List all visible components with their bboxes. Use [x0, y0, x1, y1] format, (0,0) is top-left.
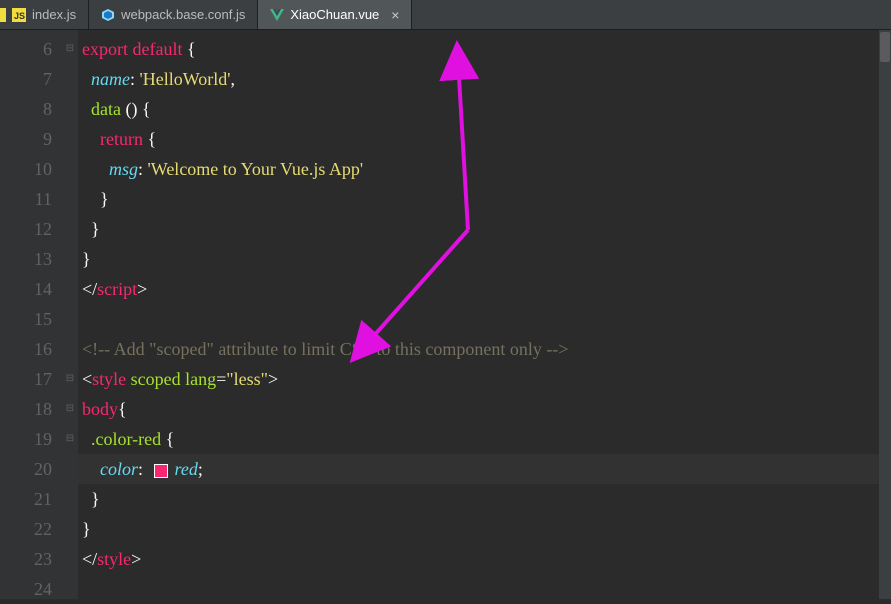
- tag: style: [97, 549, 131, 569]
- tab-bar: JS index.js webpack.base.conf.js XiaoChu…: [0, 0, 891, 30]
- string: "less": [226, 369, 268, 389]
- punct: }: [100, 189, 109, 209]
- punct: ,: [231, 69, 236, 89]
- code-editor[interactable]: 6789101112131415161718192021222324 ⊟⊟⊟⊟ …: [0, 30, 891, 599]
- selector: body: [82, 399, 118, 419]
- line-number-gutter: 6789101112131415161718192021222324: [0, 30, 62, 599]
- punct: {: [142, 99, 151, 119]
- close-icon[interactable]: ×: [391, 7, 399, 23]
- color-swatch-icon[interactable]: [154, 464, 168, 478]
- property: name: [91, 69, 130, 89]
- scrollbar-track[interactable]: [879, 30, 891, 599]
- method: data: [91, 99, 121, 119]
- tag: script: [97, 279, 137, 299]
- property: msg: [109, 159, 138, 179]
- svg-text:JS: JS: [14, 11, 25, 21]
- webpack-icon: [101, 8, 115, 22]
- punct: <: [82, 369, 92, 389]
- selector: .color-red: [91, 429, 161, 449]
- tab-index-js[interactable]: JS index.js: [0, 0, 89, 29]
- scrollbar-thumb[interactable]: [880, 32, 890, 62]
- punct: }: [91, 489, 100, 509]
- fold-icon[interactable]: ⊟: [62, 364, 78, 394]
- keyword: return: [100, 129, 143, 149]
- punct: }: [82, 249, 91, 269]
- punct: =: [216, 369, 226, 389]
- punct: ;: [198, 459, 203, 479]
- punct: </: [82, 279, 97, 299]
- js-icon: JS: [12, 8, 26, 22]
- punct: }: [82, 519, 91, 539]
- tab-xiaochuan-vue[interactable]: XiaoChuan.vue ×: [258, 0, 412, 29]
- punct: >: [131, 549, 141, 569]
- punct: :: [130, 69, 140, 89]
- punct: {: [182, 39, 195, 59]
- punct: :: [138, 159, 148, 179]
- string: 'HelloWorld': [140, 69, 231, 89]
- keyword: default: [132, 39, 182, 59]
- punct: >: [268, 369, 278, 389]
- punct: (): [121, 99, 142, 119]
- code-content[interactable]: export default { name: 'HelloWorld', dat…: [78, 30, 891, 599]
- punct: {: [143, 129, 156, 149]
- fold-icon[interactable]: ⊟: [62, 34, 78, 64]
- js-badge-fragment: [0, 8, 6, 22]
- punct: </: [82, 549, 97, 569]
- fold-column: ⊟⊟⊟⊟: [62, 30, 78, 599]
- keyword: export: [82, 39, 128, 59]
- tab-label: index.js: [32, 7, 76, 22]
- attr: scoped: [126, 369, 180, 389]
- fold-icon[interactable]: ⊟: [62, 424, 78, 454]
- comment: <!-- Add "scoped" attribute to limit CSS…: [82, 339, 568, 359]
- vue-icon: [270, 8, 284, 22]
- tag: style: [92, 369, 126, 389]
- tab-label: XiaoChuan.vue: [290, 7, 379, 22]
- tab-webpack-conf[interactable]: webpack.base.conf.js: [89, 0, 258, 29]
- string: 'Welcome to Your Vue.js App': [148, 159, 364, 179]
- punct: >: [137, 279, 147, 299]
- attr: lang: [181, 369, 217, 389]
- punct: {: [118, 399, 127, 419]
- punct: {: [161, 429, 174, 449]
- fold-icon[interactable]: ⊟: [62, 394, 78, 424]
- punct: }: [91, 219, 100, 239]
- css-value: red: [175, 459, 198, 479]
- punct: :: [138, 459, 152, 479]
- tab-label: webpack.base.conf.js: [121, 7, 245, 22]
- css-property: color: [100, 459, 138, 479]
